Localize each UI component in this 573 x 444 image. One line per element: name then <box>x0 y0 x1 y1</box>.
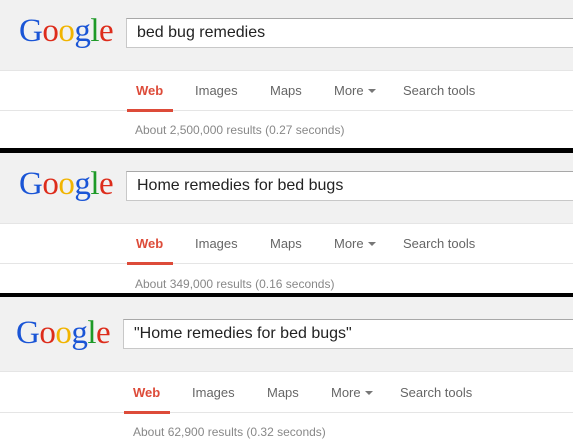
search-input[interactable]: Home remedies for bed bugs <box>126 171 573 201</box>
search-result-panel-1: Google bed bug remedies Web Images Maps … <box>0 0 573 148</box>
tab-images[interactable]: Images <box>192 386 235 414</box>
tab-web[interactable]: Web <box>126 237 174 265</box>
search-result-panel-3: Google "Home remedies for bed bugs" Web … <box>0 297 573 444</box>
google-logo[interactable]: Google <box>19 165 114 203</box>
tab-maps[interactable]: Maps <box>270 237 302 265</box>
tab-more-label: More <box>331 385 361 400</box>
tab-images[interactable]: Images <box>195 84 238 112</box>
google-logo[interactable]: Google <box>19 12 114 50</box>
google-logo[interactable]: Google <box>16 314 111 352</box>
tab-web[interactable]: Web <box>126 84 174 112</box>
tab-maps[interactable]: Maps <box>270 84 302 112</box>
search-input[interactable]: bed bug remedies <box>126 18 573 48</box>
tab-more-label: More <box>334 83 364 98</box>
tab-more[interactable]: More <box>331 386 373 414</box>
search-input[interactable]: "Home remedies for bed bugs" <box>123 319 573 349</box>
result-stats: About 349,000 results (0.16 seconds) <box>135 277 335 291</box>
chevron-down-icon <box>367 89 376 93</box>
result-stats: About 2,500,000 results (0.27 seconds) <box>135 123 345 137</box>
result-stats: About 62,900 results (0.32 seconds) <box>133 425 326 439</box>
tab-more-label: More <box>334 236 364 251</box>
tab-maps[interactable]: Maps <box>267 386 299 414</box>
tab-images[interactable]: Images <box>195 237 238 265</box>
tab-more[interactable]: More <box>334 237 376 265</box>
chevron-down-icon <box>367 242 376 246</box>
tab-more[interactable]: More <box>334 84 376 112</box>
search-result-panel-2: Google Home remedies for bed bugs Web Im… <box>0 153 573 293</box>
tab-web[interactable]: Web <box>123 386 171 414</box>
search-tools-button[interactable]: Search tools <box>403 237 475 265</box>
search-tools-button[interactable]: Search tools <box>403 84 475 112</box>
search-tools-button[interactable]: Search tools <box>400 386 472 414</box>
chevron-down-icon <box>364 391 373 395</box>
